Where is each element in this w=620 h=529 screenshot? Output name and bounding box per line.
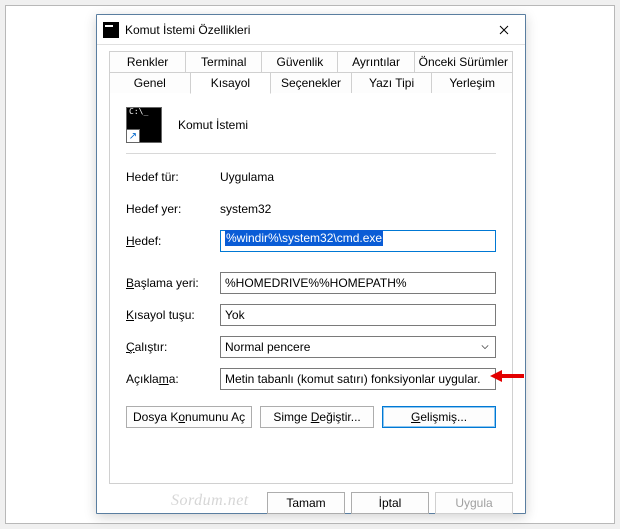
shortcut-header: ↗ Komut İstemi [126, 107, 496, 143]
input-target-selection: %windir%\system32\cmd.exe [225, 230, 383, 246]
chevron-down-icon [481, 343, 489, 351]
tab-row-1: Renkler Terminal Güvenlik Ayrıntılar Önc… [109, 51, 513, 72]
input-comment[interactable] [220, 368, 496, 390]
window-title: Komut İstemi Özellikleri [125, 23, 483, 37]
tab-font[interactable]: Yazı Tipi [351, 72, 433, 93]
label-start-in: Başlama yeri: [126, 276, 220, 290]
tabs-area: Renkler Terminal Güvenlik Ayrıntılar Önc… [97, 45, 525, 484]
label-comment: Açıklama: [126, 372, 220, 386]
ok-button[interactable]: Tamam [267, 492, 345, 514]
value-target-loc: system32 [220, 202, 271, 216]
advanced-button[interactable]: Gelişmiş... [382, 406, 496, 428]
value-target-type: Uygulama [220, 170, 274, 184]
tab-terminal[interactable]: Terminal [185, 51, 262, 72]
tab-general[interactable]: Genel [109, 72, 191, 93]
apply-button[interactable]: Uygula [435, 492, 513, 514]
label-run: Çalıştır: [126, 340, 220, 354]
label-target-loc: Hedef yer: [126, 202, 220, 216]
divider [126, 153, 496, 154]
select-run[interactable]: Normal pencere [220, 336, 496, 358]
label-target-type: Hedef tür: [126, 170, 220, 184]
input-target[interactable]: %windir%\system32\cmd.exe [220, 230, 496, 252]
select-run-value: Normal pencere [225, 340, 310, 354]
shortcut-name: Komut İstemi [178, 118, 248, 132]
tab-row-2: Genel Kısayol Seçenekler Yazı Tipi Yerle… [109, 72, 513, 93]
properties-dialog: Komut İstemi Özellikleri Renkler Termina… [96, 14, 526, 514]
close-button[interactable] [483, 15, 525, 45]
open-file-location-button[interactable]: Dosya Konumunu Aç [126, 406, 252, 428]
close-icon [499, 25, 509, 35]
tab-colors[interactable]: Renkler [109, 51, 186, 72]
action-button-row: Dosya Konumunu Aç Simge Değiştir... Geli… [126, 406, 496, 428]
shortcut-overlay-icon: ↗ [126, 129, 140, 143]
tab-security[interactable]: Güvenlik [261, 51, 338, 72]
label-shortcut-key: Kısayol tuşu: [126, 308, 220, 322]
label-target: Hedef: [126, 234, 220, 248]
titlebar: Komut İstemi Özellikleri [97, 15, 525, 45]
input-start-in[interactable] [220, 272, 496, 294]
cmd-icon [103, 22, 119, 38]
input-shortcut-key[interactable] [220, 304, 496, 326]
cancel-button[interactable]: İptal [351, 492, 429, 514]
shortcut-cmd-icon: ↗ [126, 107, 162, 143]
watermark: Sordum.net [171, 492, 249, 510]
dialog-buttons: Tamam İptal Uygula [97, 484, 525, 524]
tab-shortcut[interactable]: Kısayol [190, 72, 272, 94]
tab-options[interactable]: Seçenekler [270, 72, 352, 93]
tab-layout[interactable]: Yerleşim [431, 72, 513, 93]
change-icon-button[interactable]: Simge Değiştir... [260, 406, 374, 428]
tab-previous[interactable]: Önceki Sürümler [414, 51, 513, 72]
tab-details[interactable]: Ayrıntılar [337, 51, 414, 72]
tab-content: ↗ Komut İstemi Hedef tür: Uygulama Hedef… [109, 92, 513, 484]
